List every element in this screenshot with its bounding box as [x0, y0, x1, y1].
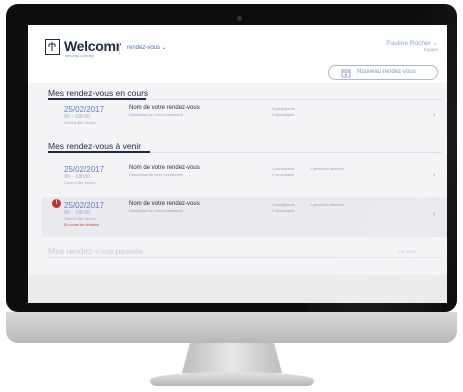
section-title-past[interactable]: Mes rendez-vous passés: [48, 246, 143, 256]
participants-count: 4 participants: [272, 203, 295, 207]
brand-subtitle: security-concept: [65, 53, 95, 58]
respondents-count: 2 répondants: [272, 209, 295, 213]
participants-count: 4 participants: [272, 167, 295, 171]
user-name: Pauline Rocher: [386, 40, 431, 47]
appointment-site: Client & Site Xxxxxx: [64, 217, 96, 221]
section-underline: [48, 151, 150, 153]
appointment-time: 9h - 18h30: [64, 114, 91, 120]
appointment-description: Description de votre evenement: [129, 173, 183, 177]
status-badge: En cours de création: [64, 223, 99, 227]
screen: Welcomr security-concept rendez-vous ⌄ P…: [28, 25, 447, 303]
section-title-upcoming: Mes rendez-vous à venir: [48, 141, 142, 151]
see-more-link[interactable]: Voir plus ⌄: [398, 249, 420, 255]
section-divider: [48, 257, 442, 258]
appointment-name: Nom de votre rendez-vous: [129, 165, 200, 171]
appointment-site: Client & Site Xxxxxx: [64, 181, 96, 185]
appointment-date: 25/02/2017: [64, 105, 105, 114]
appointment-date: 25/02/2017: [64, 201, 105, 210]
absent-count: 1 personne absente: [310, 203, 344, 207]
chevron-right-icon[interactable]: ›: [433, 112, 435, 119]
appointment-time: 9h - 18h30: [64, 174, 91, 180]
nav-dropdown[interactable]: rendez-vous ⌄: [127, 44, 167, 51]
appointment-name: Nom de votre rendez-vous: [129, 105, 200, 111]
appointment-description: Description de votre evenement: [129, 113, 183, 117]
nav-dropdown-label: rendez-vous: [127, 45, 161, 51]
appointment-row[interactable]: 25/02/2017 9h - 18h30 Client & Site Xxxx…: [42, 105, 447, 131]
participants-count: 4 participants: [272, 107, 295, 111]
new-appointment-label: Nouveau rendez-vous: [357, 69, 416, 75]
appointment-site: Client & Site Xxxxxx: [64, 121, 96, 125]
appointment-name: Nom de votre rendez-vous: [129, 201, 200, 207]
appointment-date: 25/02/2017: [64, 165, 105, 174]
logo-icon[interactable]: [45, 39, 60, 55]
chevron-down-icon: ⌄: [416, 249, 421, 254]
appointment-row[interactable]: ! 25/02/2017 9h - 18h30 Client & Site Xx…: [42, 197, 447, 237]
section-title-current: Mes rendez-vous en cours: [48, 88, 149, 98]
nav-divider: [119, 41, 120, 55]
see-more-label: Voir plus: [398, 249, 416, 254]
alert-icon: !: [52, 199, 61, 208]
app-window: Welcomr security-concept rendez-vous ⌄ P…: [28, 25, 447, 303]
new-appointment-button[interactable]: Nouveau rendez-vous: [328, 65, 438, 80]
respondents-count: 2 répondants: [272, 113, 295, 117]
page-footer-area: [28, 275, 447, 303]
chevron-down-icon: ⌄: [161, 45, 167, 51]
monitor-stand: [182, 343, 282, 373]
chevron-right-icon[interactable]: ›: [433, 172, 435, 179]
absent-count: 1 personne absente: [310, 167, 344, 171]
monitor-chin: [6, 312, 457, 343]
user-role: Equipe: [423, 47, 438, 52]
brand-name[interactable]: Welcomr: [64, 38, 121, 54]
user-menu[interactable]: Pauline Rocher ⌄: [386, 39, 438, 47]
monitor-bezel: Welcomr security-concept rendez-vous ⌄ P…: [6, 4, 457, 312]
monitor-foot: [150, 372, 314, 386]
chevron-down-icon: ⌄: [432, 40, 438, 47]
webcam-icon: [237, 16, 242, 21]
calendar-plus-icon: [341, 69, 351, 78]
appointment-row[interactable]: 25/02/2017 9h - 18h30 Client & Site Xxxx…: [42, 165, 447, 191]
chevron-right-icon[interactable]: ›: [433, 211, 435, 218]
appointment-description: Description de votre evenement: [129, 209, 183, 213]
respondents-count: 2 répondants: [272, 173, 295, 177]
appointment-time: 9h - 18h30: [64, 210, 91, 216]
section-underline: [48, 98, 146, 100]
